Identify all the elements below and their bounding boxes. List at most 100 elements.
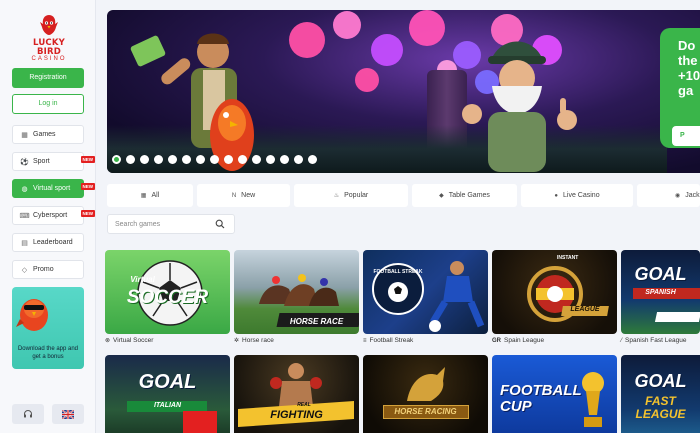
card-art-subtitle: REAL xyxy=(297,402,311,408)
carousel-dot[interactable] xyxy=(210,155,219,164)
new-badge: NEW xyxy=(80,156,95,163)
tab-table-games[interactable]: ◆ Table Games xyxy=(412,184,517,207)
diamond-icon: ◇ xyxy=(21,266,28,274)
sidebar-item-label: Virtual sport xyxy=(33,185,71,192)
virtual-ball-icon: ◍ xyxy=(21,185,28,193)
game-card-virtual-soccer[interactable]: Virtual SOCCER xyxy=(105,250,230,334)
app-download-promo[interactable]: Download the app and get a bonus xyxy=(12,287,84,369)
search-icon[interactable] xyxy=(215,219,225,229)
carousel-dot[interactable] xyxy=(140,155,149,164)
new-badge: NEW xyxy=(80,210,95,217)
uk-flag-icon xyxy=(62,409,74,419)
search-placeholder: Search games xyxy=(115,220,161,228)
game-title: Football Streak xyxy=(369,337,414,344)
grid-icon: ▦ xyxy=(21,131,28,139)
card-art-subtitle: SPANISH xyxy=(645,289,676,296)
logo[interactable]: LUCKY BIRD CASINO xyxy=(22,12,76,68)
provider-icon: ✲ xyxy=(234,338,240,344)
card-art-title: FOOTBALL STREAK xyxy=(373,269,423,275)
sidebar-item-games[interactable]: ▦ Games xyxy=(12,125,84,144)
sidebar-item-promo[interactable]: ◇ Promo xyxy=(12,260,84,279)
provider-icon: ≡ xyxy=(363,337,367,344)
carousel-dot[interactable] xyxy=(126,155,135,164)
game-card-horse-racing[interactable]: HORSE RACING xyxy=(363,355,488,433)
language-button[interactable] xyxy=(52,404,84,424)
card-label: ⁄ Spanish Fast League xyxy=(621,337,686,344)
search-input[interactable]: Search games xyxy=(107,214,235,234)
player-figure xyxy=(183,411,217,433)
tab-jackpot[interactable]: ◉ Jack xyxy=(637,184,700,207)
coin-icon: ◉ xyxy=(675,193,681,199)
card-art-title: HORSE RACE xyxy=(289,317,344,326)
tab-label: Jack xyxy=(685,192,700,199)
login-button[interactable]: Log in xyxy=(12,94,84,114)
card-art-title: GOAL xyxy=(634,264,687,284)
carousel-dot[interactable] xyxy=(294,155,303,164)
banner-cta-button[interactable]: P xyxy=(672,126,700,146)
card-art-title: FIGHTING xyxy=(270,409,323,421)
carousel-dot[interactable] xyxy=(196,155,205,164)
game-card-real-fighting[interactable]: REAL FIGHTING xyxy=(234,355,359,433)
hero-banner[interactable]: Do the +10 ga P xyxy=(107,10,700,173)
carousel-dot[interactable] xyxy=(112,155,121,164)
carousel-dot[interactable] xyxy=(168,155,177,164)
player-art xyxy=(429,261,485,332)
sidebar-item-virtual-sport[interactable]: ◍ Virtual sport NEW xyxy=(12,179,95,198)
bird-mascot-icon xyxy=(16,299,48,331)
tab-label: Live Casino xyxy=(563,192,600,199)
carousel-dot[interactable] xyxy=(308,155,317,164)
carousel-dot[interactable] xyxy=(182,155,191,164)
brand-name: LUCKY BIRD xyxy=(33,38,65,57)
card-art-title: GOAL xyxy=(138,371,197,393)
card-label: ✲ Horse race xyxy=(234,337,274,344)
sidebar-item-sport[interactable]: ⚽ Sport NEW xyxy=(12,152,95,171)
card-banner-strip xyxy=(654,312,700,322)
card-label: GR Spain League xyxy=(492,337,544,344)
new-badge: NEW xyxy=(80,183,95,190)
sidebar-item-leaderboard[interactable]: ▤ Leaderboard xyxy=(12,233,84,252)
game-title: Horse race xyxy=(242,337,274,344)
provider-icon: ⁄ xyxy=(621,337,623,344)
tab-label: New xyxy=(241,192,256,199)
game-card-fast-league[interactable]: GOAL FAST LEAGUE xyxy=(621,355,700,433)
banner-panel-line: Do xyxy=(678,38,696,53)
tab-all[interactable]: ▦ All xyxy=(107,184,193,207)
game-card-horse-race[interactable]: HORSE RACE xyxy=(234,250,359,334)
card-art-title: HORSE RACING xyxy=(394,407,457,416)
game-card-spanish-fast-league[interactable]: GOAL SPANISH xyxy=(621,250,700,334)
carousel-dot[interactable] xyxy=(266,155,275,164)
game-card-football-streak[interactable]: FOOTBALL STREAK xyxy=(363,250,488,334)
sidebar: LUCKY BIRD CASINO Registration Log in ▦ … xyxy=(0,0,96,433)
banner-panel-line: ga xyxy=(678,83,694,98)
game-title: Spanish Fast League xyxy=(625,337,687,344)
carousel-dot[interactable] xyxy=(280,155,289,164)
sidebar-item-label: Games xyxy=(33,131,56,138)
sidebar-item-label: Sport xyxy=(33,158,50,165)
card-label: ⊗ Virtual Soccer xyxy=(105,337,153,344)
banner-panel-line: the xyxy=(678,53,698,68)
carousel-dot[interactable] xyxy=(252,155,261,164)
card-art-subtitle: Virtual xyxy=(130,275,155,284)
tab-popular[interactable]: ♨ Popular xyxy=(294,184,408,207)
drop-icon: ● xyxy=(554,192,559,199)
carousel-dot[interactable] xyxy=(154,155,163,164)
tab-label: Table Games xyxy=(448,192,490,199)
support-button[interactable] xyxy=(12,404,44,424)
tab-live-casino[interactable]: ● Live Casino xyxy=(521,184,633,207)
grid-icon: ▦ xyxy=(140,193,147,199)
game-card-football-cup[interactable]: FOOTBALL CUP xyxy=(492,355,617,433)
promo-text: Download the app and get a bonus xyxy=(17,346,79,360)
tab-label: Popular xyxy=(344,192,369,199)
sidebar-item-label: Cybersport xyxy=(33,212,68,219)
registration-button[interactable]: Registration xyxy=(12,68,84,88)
sidebar-item-cybersport[interactable]: ⌨ Cybersport NEW xyxy=(12,206,95,225)
game-card-italian-goal[interactable]: GOAL ITALIAN xyxy=(105,355,230,433)
carousel-dot[interactable] xyxy=(238,155,247,164)
banner-promo-panel: Do the +10 ga P xyxy=(660,28,700,148)
game-title: Spain League xyxy=(504,337,545,344)
card-art-subtitle: FAST LEAGUE xyxy=(635,394,686,421)
game-title: Virtual Soccer xyxy=(113,337,154,344)
game-card-spain-league[interactable]: INSTANT LEAGUE xyxy=(492,250,617,334)
carousel-dot[interactable] xyxy=(224,155,233,164)
tab-new[interactable]: N New xyxy=(197,184,290,207)
